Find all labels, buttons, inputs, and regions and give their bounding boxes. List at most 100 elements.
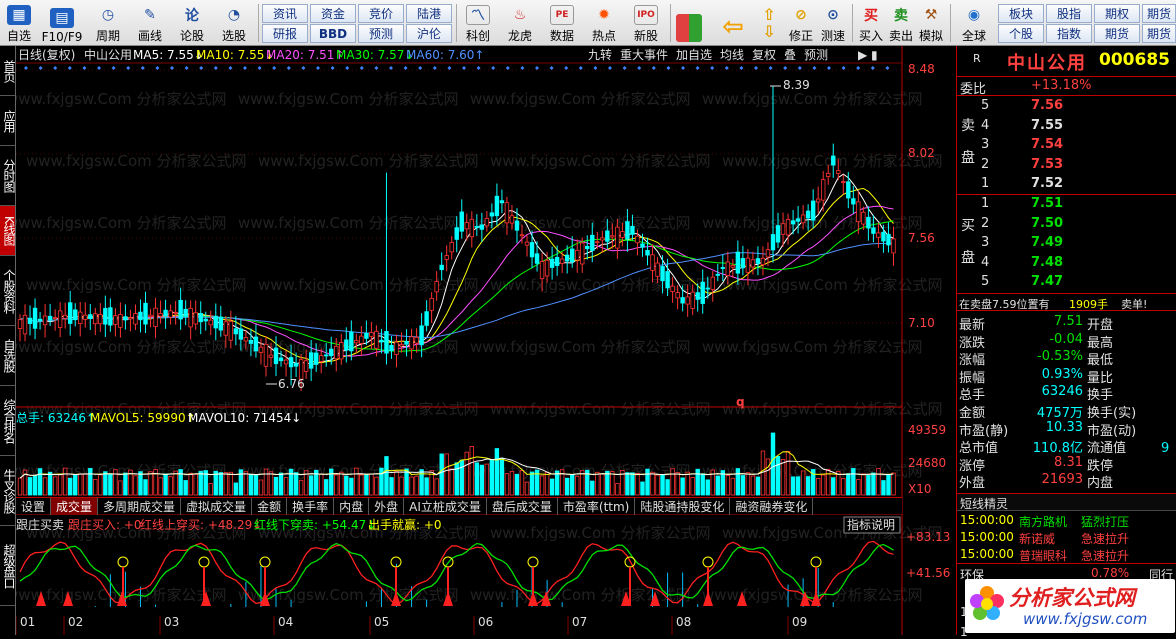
vol-tab-outer[interactable]: 外盘 [369, 498, 405, 515]
candle-body [640, 243, 645, 248]
tab-superboard[interactable]: 超级盘口 [0, 526, 15, 606]
zixun-button[interactable]: 资讯 [262, 4, 308, 23]
candle-body [725, 261, 731, 276]
bbd-button[interactable]: BBD [310, 24, 356, 43]
vol-tab-after[interactable]: 盘后成交量 [487, 498, 558, 515]
toolbar-buy[interactable]: 买买入 [856, 2, 886, 44]
volume-bar [188, 472, 193, 496]
vol-tab-ai[interactable]: AI立桩成交量 [404, 498, 487, 515]
kline-chart-area[interactable]: www.fxjgsw.Com 分析家公式网 www.fxjgsw.Com 分析家公… [16, 46, 956, 635]
candle-body [339, 342, 344, 360]
qihuo2-button[interactable]: 期货 [1094, 24, 1140, 43]
toolbar-huaxian[interactable]: ✎ 画线 [132, 2, 168, 44]
vol-tab-multi[interactable]: 多周期成交量 [98, 498, 182, 515]
event-diamond [651, 66, 656, 70]
toolbar-xuangu[interactable]: ◔ 选股 [216, 2, 252, 44]
vol-tab-amount[interactable]: 金额 [252, 498, 288, 515]
toolbar-cesu[interactable]: ⊙ 测速 [818, 2, 848, 44]
toolbar-longhu[interactable]: ♨ 龙虎 [502, 2, 538, 44]
vol-tab-settings[interactable]: 设置 [16, 498, 52, 515]
tab-kline[interactable]: K线图 [0, 206, 15, 256]
yuce-button[interactable]: 预测 [358, 24, 404, 43]
yanbao-button[interactable]: 研报 [262, 24, 308, 43]
tab-ranking[interactable]: 综合排名 [0, 386, 15, 456]
tab-diagnose[interactable]: 牛叉诊股 [0, 456, 15, 526]
candle-body [871, 227, 876, 234]
toolbar-shuju[interactable]: PE 数据 [544, 2, 580, 44]
month-label: 01 [20, 615, 35, 629]
gegu-button[interactable]: 个股 [998, 24, 1044, 43]
lugang-button[interactable]: 陆港 [406, 4, 452, 23]
bankuai-button[interactable]: 板块 [998, 4, 1044, 23]
vol-tab-pe[interactable]: 市盈率(ttm) [558, 498, 636, 515]
vol-tab-inner[interactable]: 内盘 [334, 498, 370, 515]
hulun-button[interactable]: 沪伦 [406, 24, 452, 43]
toolbar-kechuang[interactable]: 〽科创 [460, 2, 496, 44]
watermark-text: www.fxjgsw.Com 分析家公式网 [16, 338, 227, 356]
candle-body [42, 315, 48, 326]
guzhi-button[interactable]: 股指 [1046, 4, 1092, 23]
candle-body [404, 341, 409, 345]
volume-bar [605, 470, 610, 496]
volume-bar [389, 477, 394, 496]
chart-btn-1[interactable]: 重大事件 [620, 48, 668, 62]
qihuo3-button[interactable]: 期货 [1142, 24, 1176, 43]
event-diamond [593, 66, 598, 70]
chart-btn-4[interactable]: 复权 [752, 48, 776, 62]
volume-bar [615, 483, 620, 496]
toolbar-redian[interactable]: ✹ 热点 [586, 2, 622, 44]
zijin-button[interactable]: 资金 [310, 4, 356, 23]
spirit-stock: 普瑞眼科 [1019, 549, 1068, 563]
volume-bar [103, 471, 108, 496]
toolbar-xiuzheng[interactable]: ⊘ 修正 [786, 2, 816, 44]
toolbar-updown[interactable]: ⇧ ⇩ [756, 2, 782, 44]
candle-body [118, 314, 123, 328]
toolbar-f10[interactable]: ▤ F10/F9 [40, 2, 84, 44]
vol-tab-margin[interactable]: 融资融券变化 [730, 498, 814, 515]
qihuo-button[interactable]: 期货 [1142, 4, 1176, 23]
volume-bar [685, 471, 690, 496]
toolbar-zixuan[interactable]: ▦ 自选 [2, 2, 36, 44]
qiquan-button[interactable]: 期权 [1094, 4, 1140, 23]
volume-bar [359, 474, 364, 496]
tab-watchlist[interactable]: 自选股 [0, 326, 15, 386]
candle-body [494, 195, 500, 217]
ind-circle-mark [259, 556, 271, 568]
toolbar-quanqiu[interactable]: ◉ 全球 [954, 2, 994, 44]
stat-row: 涨跌 -0.04 最高 [957, 332, 1176, 351]
event-diamond [213, 66, 218, 70]
vol-tab-turnover[interactable]: 换手率 [287, 498, 335, 515]
candle-body [675, 292, 680, 299]
toolbar-moni[interactable]: ⚒ 模拟 [916, 2, 946, 44]
volume-bar [821, 474, 826, 496]
tab-timeshare[interactable]: 分时图 [0, 146, 15, 206]
chart-btn-5[interactable]: 叠 [784, 48, 796, 62]
vol-tab-volume[interactable]: 成交量 [51, 498, 99, 515]
toolbar-back[interactable]: ⇦ [718, 2, 748, 44]
tab-stock-info[interactable]: 个股资料 [0, 256, 15, 326]
toolbar-xingu[interactable]: IPO 新股 [628, 2, 664, 44]
candle-body [128, 317, 133, 320]
vol-tab-northbound[interactable]: 陆股通持股变化 [635, 498, 731, 515]
tab-apps[interactable]: 应用 [0, 96, 15, 146]
tab-home[interactable]: 首页 [0, 46, 15, 96]
chart-btn-0[interactable]: 九转 [588, 47, 612, 62]
vol-tab-virtual[interactable]: 虚拟成交量 [181, 498, 253, 515]
chart-btn-6[interactable]: 预测 [804, 48, 828, 62]
month-axis: 01 02 03 04 05 06 07 08 09 [16, 615, 807, 635]
toolbar-layout[interactable] [674, 2, 704, 44]
zhishu-button[interactable]: 指数 [1046, 24, 1092, 43]
ma60-label: MA60: 7.60↑ [406, 48, 484, 62]
chart-btn-2[interactable]: 加自选 [676, 48, 712, 62]
buy-row: 5 7.47 [957, 274, 1176, 293]
jingjia-button[interactable]: 竞价 [358, 4, 404, 23]
toolbar-sell[interactable]: 卖卖出 [886, 2, 916, 44]
chart-btn-3[interactable]: 均线 [720, 48, 744, 62]
candle-body [700, 281, 705, 304]
volume-bar [815, 478, 821, 496]
volume-bar [138, 471, 143, 496]
chart-nav-icon[interactable]: ▶ ▮ [858, 48, 878, 62]
left-tab-bar: 首页 应用 分时图 K线图 个股资料 自选股 综合排名 牛叉诊股 超级盘口 [0, 46, 16, 635]
toolbar-zhouqi[interactable]: ◷ 周期 [90, 2, 126, 44]
toolbar-lungu[interactable]: 论论股 [174, 2, 210, 44]
